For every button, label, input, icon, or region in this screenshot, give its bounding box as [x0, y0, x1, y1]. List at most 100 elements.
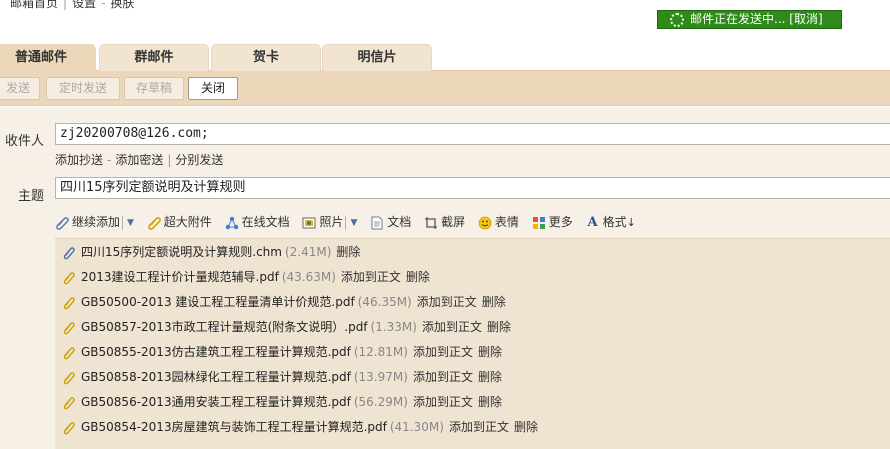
- cancel-send-link[interactable]: [取消]: [789, 12, 822, 26]
- scheduled-send-button[interactable]: 定时发送: [46, 77, 120, 100]
- attachment-name: GB50858-2013园林绿化工程工程量计算规范.pdf: [81, 370, 351, 384]
- mail-home-link[interactable]: 邮箱首页: [10, 0, 58, 10]
- attachment-size: (12.81M): [353, 345, 408, 359]
- paperclip-icon: [63, 296, 75, 309]
- attachment-size: (46.35M): [357, 295, 412, 309]
- separate-send-link[interactable]: 分别发送: [175, 153, 223, 167]
- tab-group-mail[interactable]: 群邮件: [99, 44, 209, 71]
- link-separator: |: [167, 153, 172, 167]
- add-to-body-link[interactable]: 添加到正文: [422, 320, 482, 334]
- attachment-item: GB50858-2013园林绿化工程工程量计算规范.pdf (13.97M) 添加到…: [55, 367, 502, 387]
- attachment-size: (41.30M): [389, 420, 444, 434]
- attachment-name: GB50500-2013 建设工程工程量清单计价规范.pdf: [81, 295, 355, 309]
- large-attachment-label: 超大附件: [163, 215, 212, 229]
- attachment-item: GB50854-2013房屋建筑与装饰工程工程量计算规范.pdf (41.30M)…: [55, 417, 538, 437]
- emoji-label: 表情: [494, 215, 519, 229]
- continue-add-button[interactable]: 继续添加 ▼: [55, 213, 134, 230]
- attachment-name: GB50857-2013市政工程计量规范(附条文说明）.pdf: [81, 320, 368, 334]
- more-label: 更多: [548, 215, 573, 229]
- format-label: 格式: [602, 215, 627, 229]
- delete-attachment-link[interactable]: 删除: [336, 245, 360, 259]
- paperclip-icon: [63, 396, 75, 409]
- online-doc-button[interactable]: 在线文档: [225, 213, 290, 230]
- add-cc-link[interactable]: 添加抄送: [55, 153, 103, 167]
- chevron-down-icon[interactable]: ▼: [127, 218, 134, 228]
- large-paperclip-icon: [147, 216, 161, 230]
- chevron-down-icon[interactable]: ▼: [350, 218, 357, 228]
- attachment-item: 四川15序列定额说明及计算规则.chm (2.41M) 删除: [55, 242, 360, 262]
- subject-label: 主题: [17, 189, 44, 204]
- attachment-list: 四川15序列定额说明及计算规则.chm (2.41M) 删除 2013建设工程计价计量…: [55, 238, 890, 449]
- close-button[interactable]: 关闭: [188, 77, 238, 100]
- document-button[interactable]: 文档: [370, 213, 411, 230]
- divider: [122, 215, 124, 230]
- format-button[interactable]: A 格式↓: [586, 213, 636, 230]
- compose-toolbar: 发送 定时发送 存草稿 关闭: [0, 71, 890, 106]
- continue-add-label: 继续添加: [72, 215, 121, 229]
- recipient-input[interactable]: zj20200708@126.com;: [55, 123, 890, 145]
- subject-input[interactable]: 四川15序列定额说明及计算规则: [55, 177, 890, 199]
- document-label: 文档: [387, 215, 412, 229]
- screenshot-crop-icon: [425, 216, 438, 229]
- send-button[interactable]: 发送: [0, 77, 40, 100]
- add-to-body-link[interactable]: 添加到正文: [341, 270, 401, 284]
- delete-attachment-link[interactable]: 删除: [514, 420, 538, 434]
- arrow-down-icon: ↓: [626, 216, 636, 229]
- attachment-size: (13.97M): [353, 370, 408, 384]
- attachment-size: (56.29M): [353, 395, 408, 409]
- loading-spinner-icon: [670, 13, 684, 27]
- compose-form: 收件人 zj20200708@126.com; 添加抄送 - 添加密送 | 分别发送 主…: [0, 107, 890, 449]
- skin-link[interactable]: 换肤: [110, 0, 134, 10]
- tab-postcard[interactable]: 明信片: [322, 44, 432, 71]
- nav-separator: |: [63, 0, 68, 10]
- top-nav: 邮箱首页 | 设置 - 换肤: [10, 0, 134, 10]
- add-bcc-link[interactable]: 添加密送: [115, 153, 163, 167]
- tab-normal-mail[interactable]: 普通邮件: [0, 44, 96, 72]
- network-nodes-icon: [225, 216, 238, 229]
- save-draft-button[interactable]: 存草稿: [124, 77, 184, 100]
- photo-label: 照片: [319, 215, 344, 229]
- attachment-item: GB50500-2013 建设工程工程量清单计价规范.pdf (46.35M) 添加…: [55, 292, 506, 312]
- add-to-body-link[interactable]: 添加到正文: [417, 295, 477, 309]
- attachment-toolbar: 继续添加 ▼ 超大附件 在线文档 照片 ▼ 文档 截屏 表情 更多 A 格式↓: [55, 213, 645, 235]
- add-to-body-link[interactable]: 添加到正文: [449, 420, 509, 434]
- smiley-icon: [478, 216, 492, 229]
- divider: [345, 215, 347, 230]
- paperclip-icon: [63, 271, 75, 284]
- add-to-body-link[interactable]: 添加到正文: [413, 395, 473, 409]
- delete-attachment-link[interactable]: 删除: [487, 320, 511, 334]
- delete-attachment-link[interactable]: 删除: [478, 395, 502, 409]
- delete-attachment-link[interactable]: 删除: [406, 270, 430, 284]
- nav-separator: -: [101, 0, 106, 10]
- paperclip-icon: [63, 346, 75, 359]
- paperclip-icon: [63, 371, 75, 384]
- attachment-size: (1.33M): [370, 320, 417, 334]
- attachment-item: GB50855-2013仿古建筑工程工程量计算规范.pdf (12.81M) 添加到…: [55, 342, 502, 362]
- sending-status-text: 邮件正在发送中...: [690, 12, 786, 26]
- emoji-button[interactable]: 表情: [478, 213, 519, 230]
- sending-status-badge: 邮件正在发送中... [取消]: [657, 10, 842, 29]
- settings-link[interactable]: 设置: [72, 0, 96, 10]
- link-separator: -: [107, 153, 112, 167]
- attachment-name: GB50856-2013通用安装工程工程量计算规范.pdf: [81, 395, 351, 409]
- screenshot-label: 截屏: [441, 215, 466, 229]
- attachment-name: 四川15序列定额说明及计算规则.chm: [81, 245, 282, 259]
- attachment-name: GB50855-2013仿古建筑工程工程量计算规范.pdf: [81, 345, 351, 359]
- photo-button[interactable]: 照片 ▼: [302, 213, 357, 230]
- tab-greeting-card[interactable]: 贺卡: [211, 44, 321, 71]
- delete-attachment-link[interactable]: 删除: [482, 295, 506, 309]
- paperclip-icon: [63, 246, 75, 259]
- delete-attachment-link[interactable]: 删除: [478, 370, 502, 384]
- attachment-name: GB50854-2013房屋建筑与装饰工程工程量计算规范.pdf: [81, 420, 387, 434]
- paperclip-icon: [63, 321, 75, 334]
- add-to-body-link[interactable]: 添加到正文: [413, 345, 473, 359]
- document-icon: [371, 216, 383, 229]
- screenshot-button[interactable]: 截屏: [424, 213, 465, 230]
- delete-attachment-link[interactable]: 删除: [478, 345, 502, 359]
- attachment-item: GB50857-2013市政工程计量规范(附条文说明）.pdf (1.33M) 添加…: [55, 317, 511, 337]
- attachment-size: (43.63M): [281, 270, 336, 284]
- more-button[interactable]: 更多: [532, 213, 573, 230]
- compose-tab-bar: 普通邮件 群邮件 贺卡 明信片: [0, 40, 890, 72]
- large-attachment-button[interactable]: 超大附件: [147, 213, 212, 230]
- add-to-body-link[interactable]: 添加到正文: [413, 370, 473, 384]
